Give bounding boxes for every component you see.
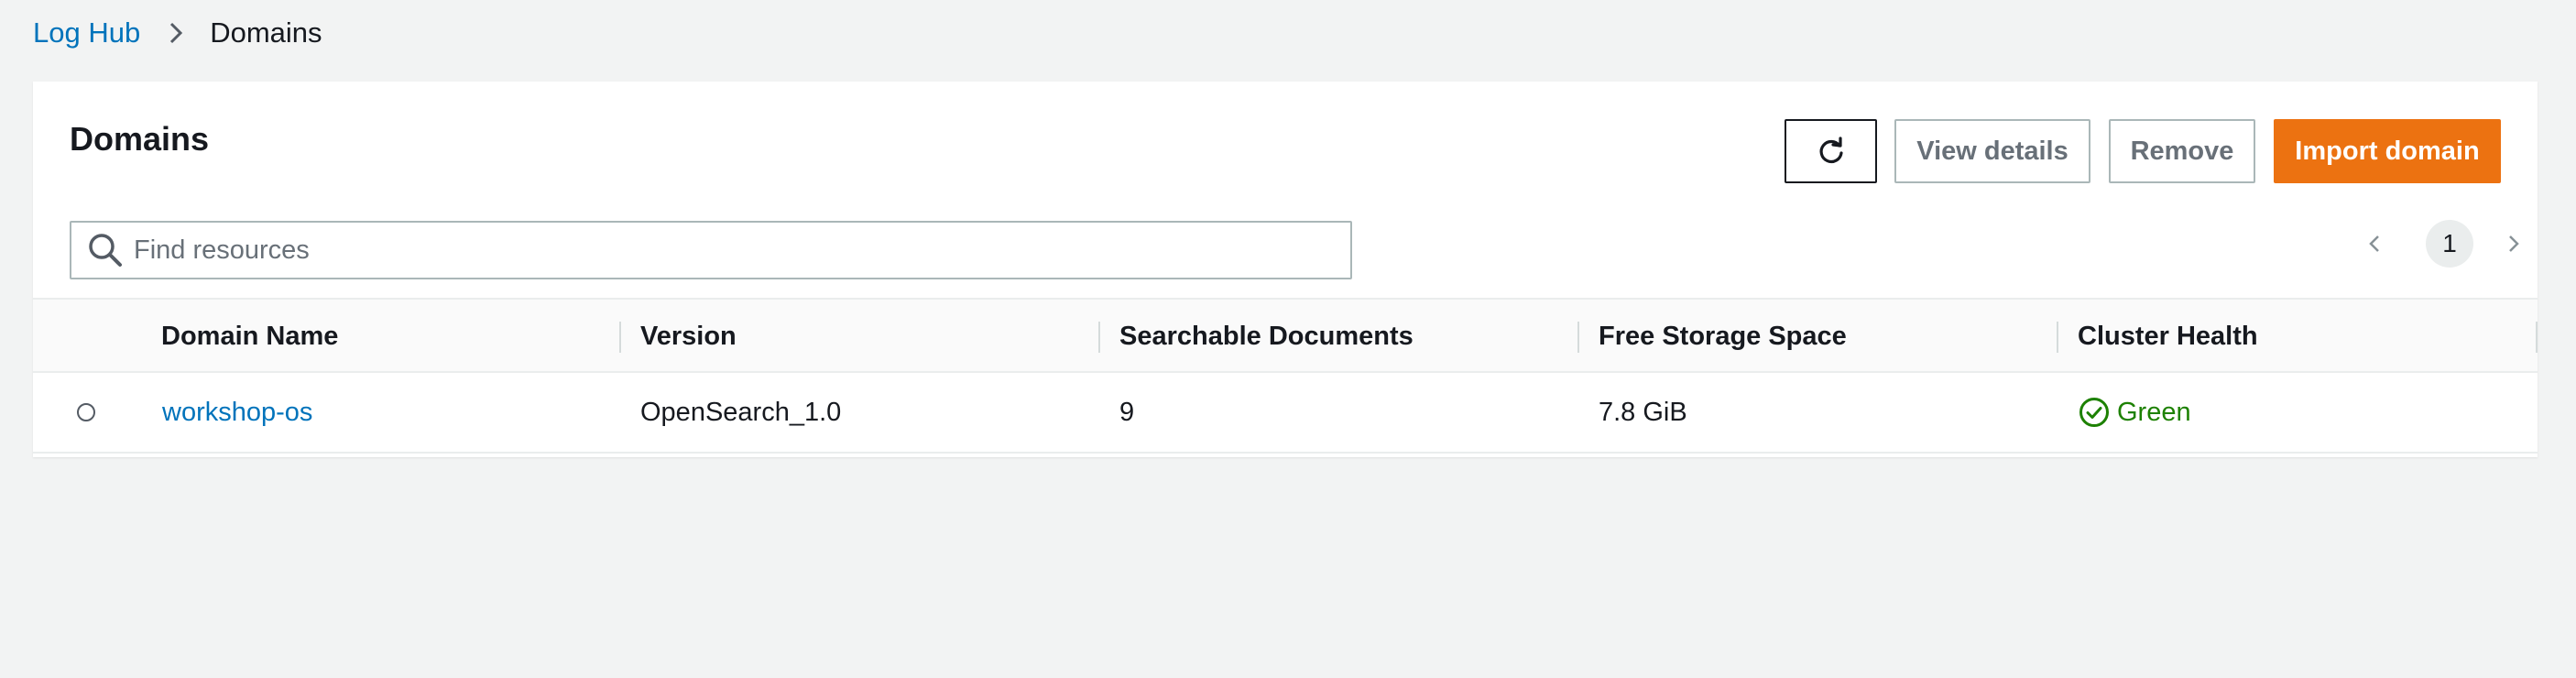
domains-table: Domain Name Version Searchable Documents… bbox=[33, 298, 2538, 454]
column-header-domain-name[interactable]: Domain Name bbox=[161, 300, 338, 373]
chevron-left-icon[interactable] bbox=[2356, 220, 2393, 268]
refresh-button[interactable] bbox=[1785, 119, 1877, 183]
search-input[interactable] bbox=[132, 234, 1326, 267]
column-header-free-storage-space[interactable]: Free Storage Space bbox=[1599, 300, 1847, 373]
column-header-version[interactable]: Version bbox=[640, 300, 737, 373]
chevron-right-icon[interactable] bbox=[2495, 220, 2532, 268]
column-divider[interactable] bbox=[1098, 322, 1100, 353]
row-select-radio[interactable] bbox=[77, 403, 95, 421]
searchable-documents-cell: 9 bbox=[1119, 397, 1135, 427]
column-header-cluster-health[interactable]: Cluster Health bbox=[2078, 300, 2258, 373]
chevron-right-icon bbox=[168, 21, 184, 45]
import-domain-button[interactable]: Import domain bbox=[2274, 119, 2501, 183]
search-icon bbox=[86, 231, 125, 269]
page-number-current[interactable]: 1 bbox=[2426, 220, 2473, 268]
breadcrumb-link-log-hub[interactable]: Log Hub bbox=[33, 16, 140, 49]
pagination: 1 bbox=[2356, 220, 2532, 268]
view-details-button[interactable]: View details bbox=[1894, 119, 2090, 183]
breadcrumb: Log Hub Domains bbox=[33, 13, 322, 53]
cluster-health-cell: Green bbox=[2079, 373, 2191, 452]
column-divider[interactable] bbox=[2057, 322, 2058, 353]
free-storage-space-cell: 7.8 GiB bbox=[1599, 397, 1687, 427]
column-divider[interactable] bbox=[1577, 322, 1579, 353]
domain-name-link[interactable]: workshop-os bbox=[162, 373, 312, 452]
search-field bbox=[70, 221, 1352, 279]
remove-button[interactable]: Remove bbox=[2109, 119, 2255, 183]
page-title: Domains bbox=[70, 120, 210, 158]
table-row[interactable]: workshop-os OpenSearch_1.0 9 7.8 GiB Gre… bbox=[33, 373, 2538, 454]
table-header: Domain Name Version Searchable Documents… bbox=[33, 298, 2538, 373]
refresh-icon bbox=[1816, 136, 1847, 167]
check-circle-icon bbox=[2079, 397, 2110, 428]
column-divider[interactable] bbox=[2536, 322, 2538, 353]
domains-panel: Domains View details Remove Import domai… bbox=[33, 82, 2538, 457]
version-cell: OpenSearch_1.0 bbox=[640, 397, 842, 427]
column-header-searchable-documents[interactable]: Searchable Documents bbox=[1119, 300, 1414, 373]
breadcrumb-current: Domains bbox=[210, 16, 322, 49]
column-divider[interactable] bbox=[619, 322, 621, 353]
cluster-health-status: Green bbox=[2117, 397, 2191, 427]
